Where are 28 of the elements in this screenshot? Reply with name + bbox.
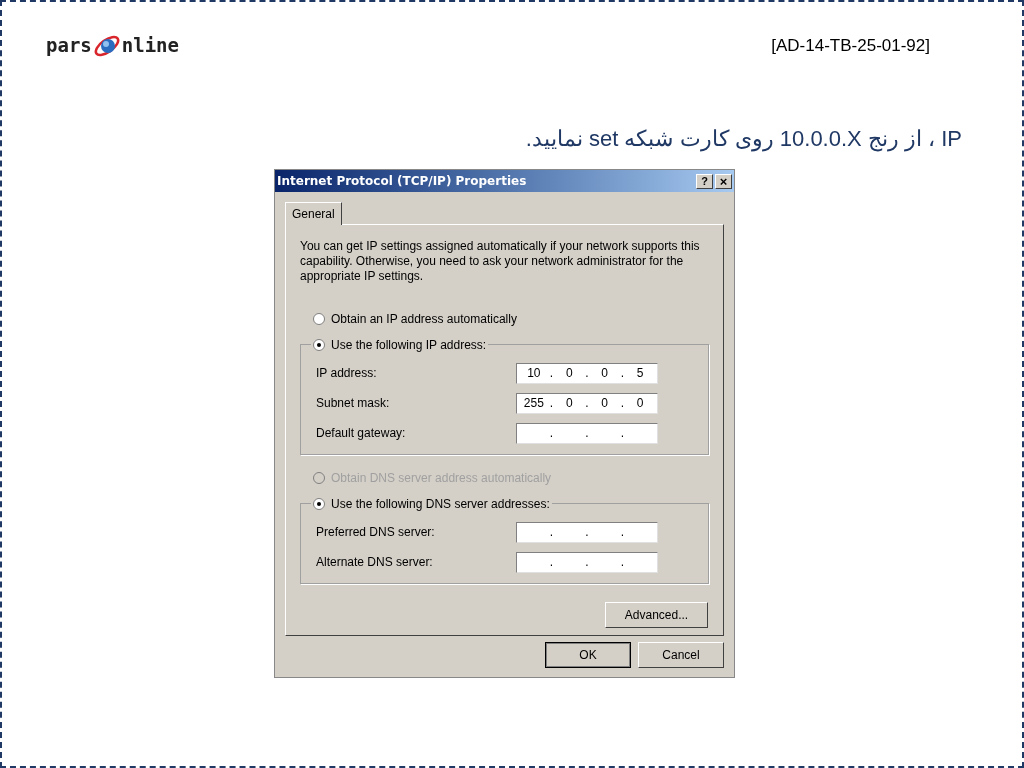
radio-option[interactable]: Use the following IP address: bbox=[311, 336, 489, 354]
close-button[interactable]: × bbox=[715, 173, 732, 189]
logo-text: nline bbox=[121, 32, 179, 58]
logo-text: pars bbox=[46, 32, 92, 58]
tab[interactable]: General bbox=[285, 202, 342, 225]
field-label: Subnet mask: bbox=[316, 395, 390, 412]
document-code: [AD-14-TB-25-01-92] bbox=[771, 35, 930, 57]
ok-button[interactable]: OK bbox=[545, 642, 631, 668]
field-label: IP address: bbox=[316, 365, 377, 382]
radio-option[interactable]: Use the following DNS server addresses: bbox=[311, 495, 552, 513]
heading: IP ، از رنج 10.0.0.X روی کارت شبکه set نمایید. bbox=[525, 125, 962, 154]
radio-button[interactable] bbox=[313, 339, 325, 351]
cancel-button[interactable]: Cancel bbox=[638, 642, 724, 668]
advanced-button[interactable]: Advanced... bbox=[605, 602, 708, 628]
ip-address-field[interactable]: 10 . 0 . 0 . 5 bbox=[516, 362, 658, 384]
ip-address-field[interactable]: . . . bbox=[516, 422, 658, 444]
radio-button[interactable] bbox=[313, 313, 325, 325]
intro-text: You can get IP settings assigned automatically if your network supports this capability. Otherwise, you need to ask your network administrator for the appropriate IP settings. bbox=[300, 239, 700, 284]
radio-option[interactable]: Obtain an IP address automatically bbox=[313, 310, 519, 328]
ip-address-field[interactable]: . . . bbox=[516, 551, 658, 573]
field-label: Alternate DNS server: bbox=[316, 554, 433, 571]
field-label: Default gateway: bbox=[316, 425, 406, 442]
help-button[interactable]: ? bbox=[696, 173, 713, 189]
window-title: Internet Protocol (TCP/IP) Properties bbox=[277, 173, 527, 190]
field-label: Preferred DNS server: bbox=[316, 524, 435, 541]
ip-address-field[interactable]: . . . bbox=[516, 521, 658, 543]
ip-address-field[interactable]: 255 . 0 . 0 . 0 bbox=[516, 392, 658, 414]
radio-button[interactable] bbox=[313, 498, 325, 510]
